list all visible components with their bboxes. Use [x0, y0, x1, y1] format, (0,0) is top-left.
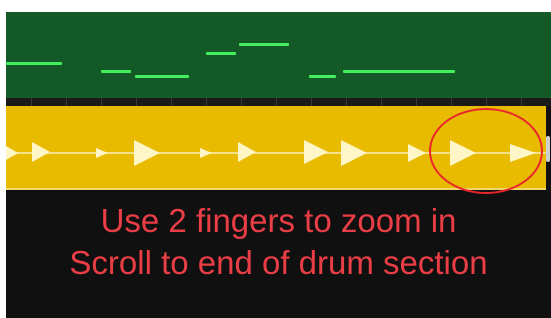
top-border: [0, 0, 551, 12]
midi-note: [309, 75, 336, 78]
midi-note: [101, 70, 131, 73]
play-triangle-icon: [32, 142, 50, 162]
midi-note: [206, 52, 236, 55]
instruction-text: Use 2 fingers to zoom in Scroll to end o…: [6, 200, 551, 284]
midi-note: [135, 75, 189, 78]
play-triangle-icon: [238, 142, 256, 162]
play-triangle-icon: [408, 144, 426, 162]
midi-note: [343, 70, 455, 73]
annotation-circle: [429, 108, 543, 194]
play-triangle-icon: [96, 148, 108, 158]
play-triangle-icon: [341, 140, 367, 166]
play-triangle-icon: [134, 140, 160, 166]
instruction-line-2: Scroll to end of drum section: [69, 244, 488, 281]
instruction-line-1: Use 2 fingers to zoom in: [100, 202, 457, 239]
play-triangle-icon: [200, 148, 212, 158]
region-resize-handle[interactable]: [546, 136, 550, 162]
timeline-strip: [6, 98, 551, 106]
midi-region[interactable]: [6, 12, 551, 98]
play-triangle-icon: [304, 140, 328, 164]
midi-note: [6, 62, 62, 65]
midi-note: [239, 43, 289, 46]
play-triangle-icon: [6, 146, 18, 160]
